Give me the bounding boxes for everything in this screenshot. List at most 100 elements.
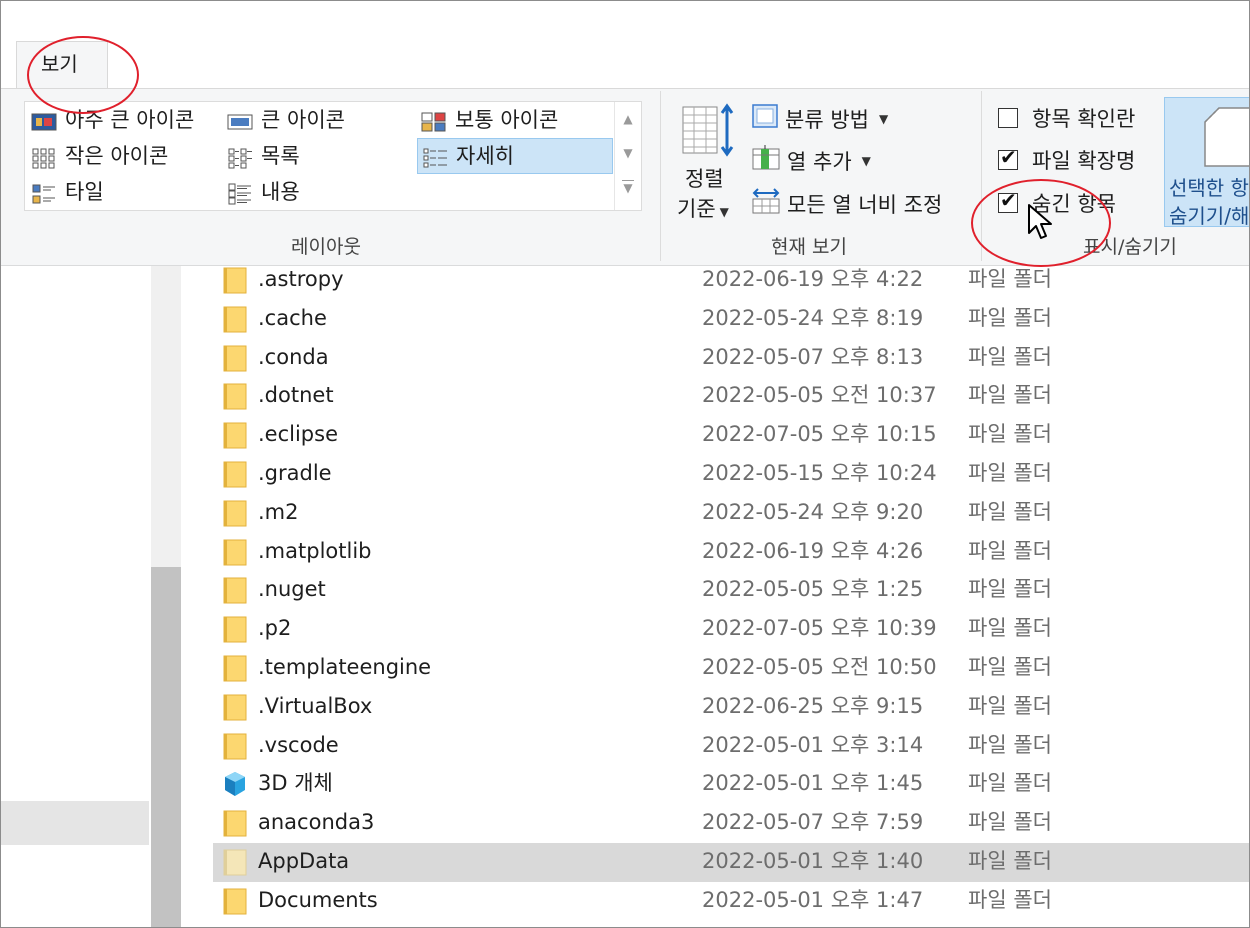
file-row[interactable]: .VirtualBox 2022-06-25 오후 9:15 파일 폴더	[213, 688, 1249, 727]
file-type: 파일 폴더	[968, 383, 1052, 408]
layout-large-icons[interactable]: 큰 아이콘	[227, 102, 345, 138]
layout-small-icons[interactable]: 작은 아이콘	[31, 138, 168, 174]
large-icons-icon	[227, 109, 253, 131]
scroll-down-icon[interactable]: ▼	[615, 146, 641, 160]
file-type: 파일 폴더	[968, 422, 1052, 447]
item-checkboxes-label: 항목 확인란	[1032, 107, 1136, 131]
file-row[interactable]: .conda 2022-05-07 오후 8:13 파일 폴더	[213, 339, 1249, 378]
file-date: 2022-05-05 오후 1:25	[702, 577, 924, 602]
file-row[interactable]: .cache 2022-05-24 오후 8:19 파일 폴더	[213, 300, 1249, 339]
layout-item-label: 목록	[261, 144, 300, 168]
file-row[interactable]: .dotnet 2022-05-05 오전 10:37 파일 폴더	[213, 377, 1249, 416]
sort-label-1: 정렬	[685, 167, 724, 191]
file-row[interactable]: .p2 2022-07-05 오후 10:39 파일 폴더	[213, 610, 1249, 649]
tab-view[interactable]: 보기	[16, 41, 108, 89]
item-checkboxes-toggle[interactable]: 항목 확인란	[998, 103, 1135, 133]
layout-list[interactable]: 목록	[227, 138, 300, 174]
layout-item-label: 내용	[261, 180, 300, 204]
group-label-current-view: 현재 보기	[771, 236, 847, 258]
gallery-scrollbar[interactable]: ▲ ▼ ▼	[614, 102, 641, 210]
checkmark-icon: ✔	[1000, 145, 1017, 169]
list-icon	[227, 145, 253, 169]
layout-item-label: 큰 아이콘	[261, 108, 345, 132]
folder-icon	[223, 422, 247, 449]
folder-icon	[223, 539, 247, 566]
file-name: .nuget	[258, 577, 326, 602]
file-row[interactable]: .templateengine 2022-05-05 오전 10:50 파일 폴더	[213, 649, 1249, 688]
chevron-down-icon: ▼	[861, 153, 871, 168]
file-row[interactable]: .gradle 2022-05-15 오후 10:24 파일 폴더	[213, 455, 1249, 494]
folder-icon	[223, 810, 247, 837]
file-name: .p2	[258, 616, 292, 641]
hide-selected-label-1: 선택한 항	[1169, 176, 1249, 200]
folder-icon	[223, 733, 247, 760]
folder-icon	[223, 500, 247, 527]
file-type: 파일 폴더	[968, 732, 1052, 757]
layout-medium-icons[interactable]: 보통 아이콘	[421, 102, 558, 138]
gallery-more-icon[interactable]: ▼	[622, 180, 634, 195]
file-name: .cache	[258, 305, 327, 330]
file-name: AppData	[258, 849, 350, 873]
file-type: 파일 폴더	[968, 616, 1052, 641]
item-checkboxes-checkbox[interactable]	[998, 108, 1018, 128]
add-column-label: 열 추가	[787, 149, 852, 174]
content-icon	[227, 181, 253, 205]
layout-item-label: 타일	[65, 180, 104, 204]
checkmark-icon: ✔	[1000, 188, 1017, 212]
file-type: 파일 폴더	[968, 267, 1052, 291]
file-row[interactable]: Documents 2022-05-01 오후 1:47 파일 폴더	[213, 882, 1249, 921]
explorer-window: 보기 아주 큰 아이콘 큰 아이콘 보통 아이콘 작은 아이콘 목록 자세히 타…	[0, 0, 1250, 928]
folder-icon	[223, 616, 247, 643]
hidden-items-toggle[interactable]: ✔ 숨긴 항목	[998, 188, 1116, 218]
file-date: 2022-05-05 오전 10:50	[702, 655, 937, 679]
file-extensions-toggle[interactable]: ✔ 파일 확장명	[998, 145, 1135, 175]
file-extensions-checkbox[interactable]: ✔	[998, 146, 1018, 170]
add-column-button[interactable]: 열 추가 ▼	[751, 145, 871, 176]
file-date: 2022-06-19 오후 4:26	[702, 538, 924, 563]
layout-tiles[interactable]: 타일	[31, 174, 104, 210]
file-row[interactable]: .astropy 2022-06-19 오후 4:22 파일 폴더	[213, 261, 1249, 300]
file-row[interactable]: .vscode 2022-05-01 오후 3:14 파일 폴더	[213, 727, 1249, 766]
nav-scrollbar-thumb[interactable]	[151, 567, 181, 927]
file-date: 2022-05-01 오후 1:45	[702, 771, 924, 796]
group-by-button[interactable]: 분류 방법 ▼	[751, 103, 888, 134]
hide-selected-items-button[interactable]: 선택한 항 숨기기/해	[1164, 97, 1249, 228]
folder-icon	[223, 577, 247, 604]
file-list: .astropy 2022-06-19 오후 4:22 파일 폴더 .cache 202…	[181, 266, 1249, 927]
folder-icon	[223, 461, 247, 488]
file-row[interactable]: AppData 2022-05-01 오후 1:40 파일 폴더	[213, 843, 1249, 882]
folder-icon	[223, 306, 247, 333]
group-by-label: 분류 방법	[785, 107, 869, 132]
layout-item-label: 자세히	[456, 144, 514, 168]
hide-selected-icon	[1203, 106, 1249, 172]
file-row[interactable]: .m2 2022-05-24 오후 9:20 파일 폴더	[213, 494, 1249, 533]
file-date: 2022-05-01 오후 3:14	[702, 732, 924, 757]
tiles-icon	[31, 181, 57, 204]
size-columns-icon	[751, 187, 781, 220]
layout-details[interactable]: 자세히	[417, 138, 613, 174]
file-type: 파일 폴더	[968, 305, 1052, 330]
layout-extra-large-icons[interactable]: 아주 큰 아이콘	[31, 102, 194, 138]
hidden-items-checkbox[interactable]: ✔	[998, 189, 1018, 213]
nav-selected-item[interactable]	[1, 801, 149, 845]
hidden-folder-icon	[223, 849, 247, 876]
layout-content[interactable]: 내용	[227, 174, 300, 210]
file-date: 2022-06-25 오후 9:15	[702, 693, 924, 718]
file-row[interactable]: .matplotlib 2022-06-19 오후 4:26 파일 폴더	[213, 533, 1249, 572]
size-all-columns-button[interactable]: 모든 열 너비 조정	[751, 187, 942, 220]
file-name: Documents	[258, 887, 378, 912]
file-row[interactable]: .nuget 2022-05-05 오후 1:25 파일 폴더	[213, 571, 1249, 610]
3d-objects-icon	[225, 772, 245, 797]
layout-gallery: 아주 큰 아이콘 큰 아이콘 보통 아이콘 작은 아이콘 목록 자세히 타일 내…	[24, 101, 642, 211]
add-column-icon	[751, 145, 781, 176]
group-separator	[660, 91, 661, 261]
file-type: 파일 폴더	[968, 887, 1052, 912]
file-row[interactable]: .eclipse 2022-07-05 오후 10:15 파일 폴더	[213, 416, 1249, 455]
file-row[interactable]: 3D 개체 2022-05-01 오후 1:45 파일 폴더	[213, 765, 1249, 804]
file-name: 3D 개체	[258, 771, 333, 796]
chevron-down-icon: ▼	[878, 111, 889, 126]
sort-by-button[interactable]: 정렬 기준 ▼	[673, 101, 743, 221]
sort-icon	[681, 103, 737, 161]
scroll-up-icon[interactable]: ▲	[615, 112, 641, 126]
file-row[interactable]: anaconda3 2022-05-07 오후 7:59 파일 폴더	[213, 804, 1249, 843]
